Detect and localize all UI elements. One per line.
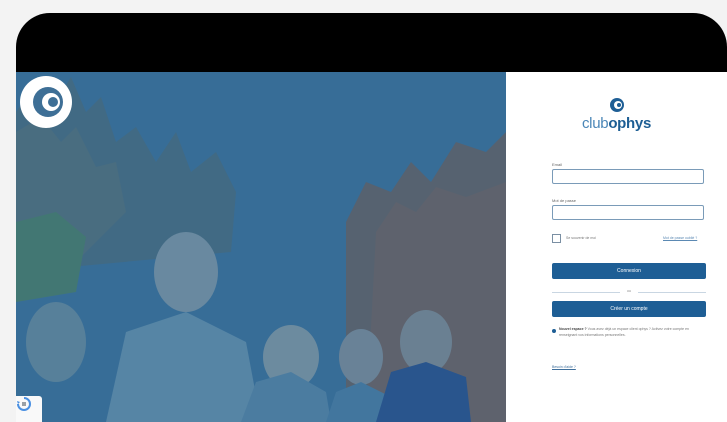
brand-name-part1: club — [581, 115, 609, 132]
divider-line-right — [638, 292, 706, 293]
or-divider: ou — [552, 289, 706, 295]
hero-image — [16, 72, 506, 422]
forgot-password-link[interactable]: Mot de passe oublié ? — [663, 236, 697, 240]
hero-illustration — [16, 72, 506, 422]
login-button[interactable]: Connexion — [552, 263, 706, 279]
email-label: Email — [552, 162, 563, 167]
remember-checkbox[interactable] — [552, 234, 561, 243]
recaptcha-badge[interactable] — [16, 396, 42, 422]
screen: clubophys Email Mot de passe Se souvenir… — [16, 72, 727, 422]
brand-logo: clubophys — [506, 96, 727, 132]
remember-label: Se souvenir de moi — [566, 236, 596, 240]
clubophys-brand-icon — [609, 98, 624, 112]
device-frame: clubophys Email Mot de passe Se souvenir… — [16, 13, 727, 422]
recaptcha-icon — [17, 397, 31, 411]
clubophys-c-logo-icon — [20, 76, 72, 128]
login-panel: clubophys Email Mot de passe Se souvenir… — [506, 72, 727, 422]
notice-title: Nouvel espace ? — [559, 327, 587, 331]
email-field[interactable] — [552, 169, 704, 184]
help-link[interactable]: Besoin d'aide ? — [552, 365, 576, 369]
notice: Nouvel espace ? Vous avez déjà un espace… — [559, 327, 707, 338]
brand-name: clubophys — [506, 115, 727, 132]
password-field[interactable] — [552, 205, 704, 220]
info-bullet-icon — [552, 329, 556, 333]
create-account-button[interactable]: Créer un compte — [552, 301, 706, 317]
or-text: ou — [627, 289, 631, 293]
password-label: Mot de passe — [552, 198, 577, 203]
brand-name-part2: ophys — [608, 115, 651, 132]
divider-line-left — [552, 292, 620, 293]
